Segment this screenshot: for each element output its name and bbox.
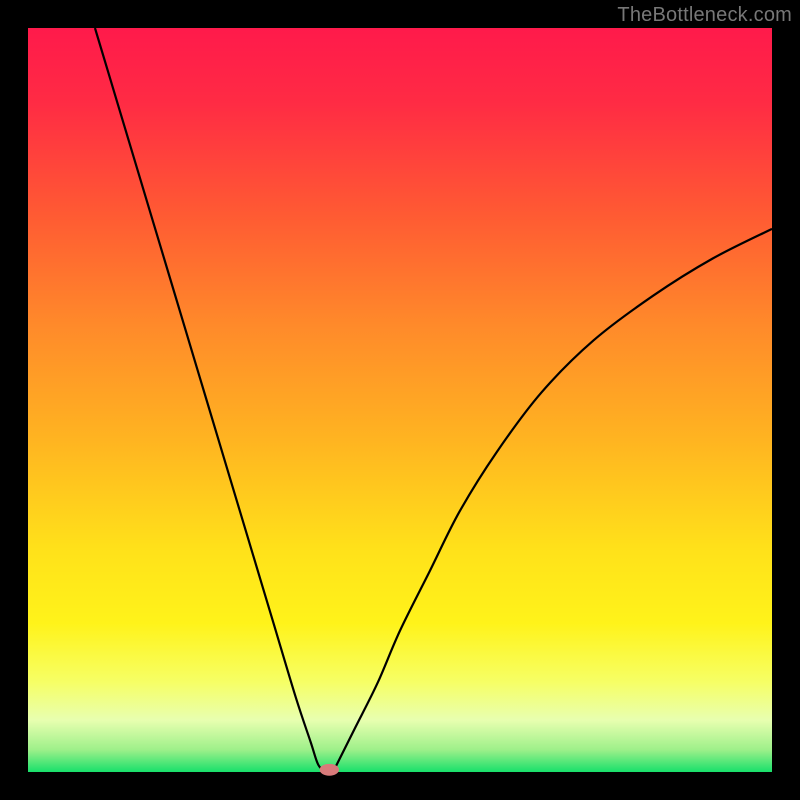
watermark-text: TheBottleneck.com bbox=[617, 4, 792, 27]
plot-background bbox=[28, 28, 772, 772]
optimal-marker bbox=[320, 764, 339, 776]
chart-container: TheBottleneck.com bbox=[0, 0, 800, 800]
bottleneck-chart bbox=[0, 0, 800, 800]
